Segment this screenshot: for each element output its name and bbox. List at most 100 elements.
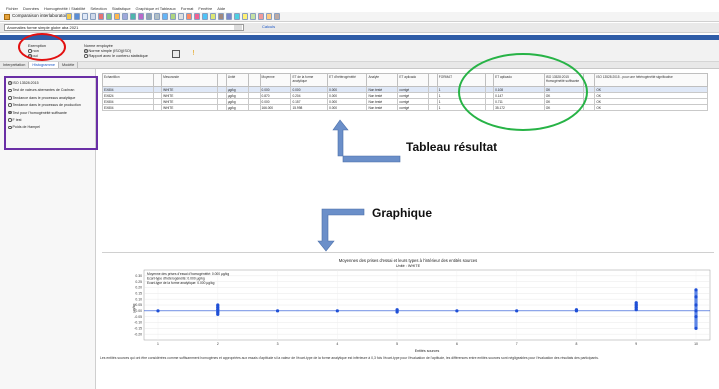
radio-icon[interactable] <box>84 54 88 58</box>
y-tick-label: 0.05 <box>135 303 142 307</box>
open-icon[interactable] <box>66 13 72 20</box>
data-point <box>694 295 698 299</box>
calculate-link[interactable]: Calculs <box>262 24 275 29</box>
print-icon[interactable] <box>154 13 160 20</box>
y-tick-label: -0.10 <box>134 321 142 325</box>
data-point <box>694 309 698 313</box>
table2-icon[interactable] <box>250 13 256 20</box>
graph-icon[interactable] <box>138 13 144 20</box>
radio-icon[interactable] <box>8 96 12 100</box>
stats-icon[interactable] <box>130 13 136 20</box>
pie-icon[interactable] <box>194 13 200 20</box>
column-header[interactable]: ET de la forme analytique <box>290 73 329 87</box>
export-icon[interactable] <box>162 13 168 20</box>
tab-histogramme[interactable]: Histogramme <box>29 62 59 68</box>
column-header[interactable] <box>428 73 438 87</box>
y-tick-label: 0.15 <box>135 292 142 296</box>
method-item-hampel[interactable]: Poids de Hampel <box>8 125 94 129</box>
settings-icon[interactable] <box>178 13 184 20</box>
radio-selected-icon[interactable] <box>84 49 88 53</box>
tab-interpretation[interactable]: Interprétation <box>0 62 30 68</box>
chart-bar-icon[interactable] <box>106 13 112 20</box>
filter-icon[interactable] <box>114 13 120 20</box>
data-point <box>395 308 399 312</box>
redo-icon[interactable] <box>218 13 224 20</box>
x-axis-label: Entités sources <box>415 349 440 353</box>
copy-icon[interactable] <box>90 13 96 20</box>
menu-bar: Fichier Données Homogénéité / Stabilité … <box>6 4 306 12</box>
norm-option-report-label: Rapport avec le contenu statistique <box>88 54 148 58</box>
table-cell: EX804 <box>102 104 154 111</box>
y-tick-label: 0.10 <box>135 297 142 301</box>
save-icon[interactable] <box>74 13 80 20</box>
method-item-trend-analytic[interactable]: Tendance dans le processus analytique <box>8 96 94 100</box>
undo-icon[interactable] <box>210 13 216 20</box>
data-point <box>574 308 579 312</box>
table-row[interactable]: EX804 WHITE µg/kg 166.000 15.998 0.000 Non tes… <box>102 104 708 111</box>
warning-icon[interactable]: ! <box>190 50 197 57</box>
radio-icon[interactable] <box>8 125 12 130</box>
radio-icon[interactable] <box>8 88 12 93</box>
radio-icon[interactable] <box>8 118 12 122</box>
flag-icon[interactable] <box>266 13 272 20</box>
tab-modele[interactable]: Modèle <box>59 62 79 68</box>
menu-selection[interactable]: Sélection <box>90 6 106 11</box>
window-icon[interactable] <box>226 13 232 20</box>
table-icon[interactable] <box>82 13 88 20</box>
data-point <box>455 309 459 313</box>
method-item-homogeneity[interactable]: Test pour l'homogénéité suffisante <box>8 111 94 115</box>
column-header[interactable] <box>248 73 261 87</box>
x-tick-label: 10 <box>694 342 698 346</box>
menu-statistique[interactable]: Statistique <box>112 6 131 11</box>
method-item-iso[interactable]: ISO 13528:2015 <box>8 81 94 85</box>
chevron-down-icon[interactable] <box>234 25 242 30</box>
column-header[interactable]: Echantillon <box>102 73 154 87</box>
sigma-icon[interactable] <box>242 13 248 20</box>
y-tick-label: 0.25 <box>135 280 142 284</box>
tile-icon[interactable] <box>234 13 240 20</box>
grid-icon[interactable] <box>146 13 152 20</box>
menu-homogeneite[interactable]: Homogénéité / Stabilité <box>44 6 85 11</box>
method-item-cochran[interactable]: Test de valeurs aberrantes de Cochran <box>8 88 94 92</box>
menu-graphique[interactable]: Graphique et Tableaux <box>136 6 176 11</box>
table-cell: 166.000 <box>259 104 292 111</box>
report-icon[interactable] <box>186 13 192 20</box>
legend-line: Ecart-type d'hétérogénéité: 0.000 µg/kg <box>147 277 205 281</box>
radio-selected-icon[interactable] <box>8 81 12 85</box>
column-header[interactable]: ET d'hétérogénéité <box>327 73 368 87</box>
data-point <box>335 309 339 313</box>
column-header[interactable] <box>217 73 227 87</box>
method-item-trend-production[interactable]: Tendance dans le processus de production <box>8 103 94 107</box>
data-point <box>515 309 519 313</box>
norm-option-report[interactable]: Rapport avec le contenu statistique <box>84 54 148 58</box>
x-tick-label: 4 <box>336 342 338 346</box>
menu-format[interactable]: Format <box>181 6 194 11</box>
column-header[interactable]: ET aplicado <box>397 73 430 87</box>
y-tick-label: 0.00 <box>135 309 142 313</box>
column-header[interactable]: Mesurande <box>161 73 219 87</box>
column-header[interactable]: Moyenne <box>259 73 292 87</box>
column-header[interactable]: Analyte <box>366 73 399 87</box>
norm-option-simple[interactable]: Norme simple (ISO)(ISO) <box>84 49 131 53</box>
method-item-ftest[interactable]: F test <box>8 118 94 122</box>
menu-fichier[interactable]: Fichier <box>6 6 18 11</box>
zoom-icon[interactable] <box>202 13 208 20</box>
chart2-icon[interactable] <box>258 13 264 20</box>
x-tick-labels: 1 2 3 4 5 6 7 8 9 10 <box>157 342 698 346</box>
sort-icon[interactable] <box>122 13 128 20</box>
radio-selected-icon[interactable] <box>8 110 12 115</box>
column-header[interactable]: Unité <box>225 73 250 87</box>
run-icon[interactable] <box>172 50 180 58</box>
chart-icon[interactable] <box>98 13 104 20</box>
calc-icon[interactable] <box>170 13 176 20</box>
menu-aide[interactable]: Aide <box>217 6 225 11</box>
menu-fenetre[interactable]: Fenêtre <box>198 6 212 11</box>
help-icon[interactable] <box>274 13 280 20</box>
column-header[interactable] <box>152 73 163 87</box>
toolbar <box>66 13 280 21</box>
column-header[interactable]: ISO 13528:2015 - pour une hétérogénéité … <box>594 73 708 87</box>
x-tick-label: 1 <box>157 342 159 346</box>
study-select[interactable]: Anomalies forme simple globe aba 2021 <box>4 24 244 31</box>
radio-icon[interactable] <box>8 103 12 107</box>
menu-donnees[interactable]: Données <box>23 6 39 11</box>
